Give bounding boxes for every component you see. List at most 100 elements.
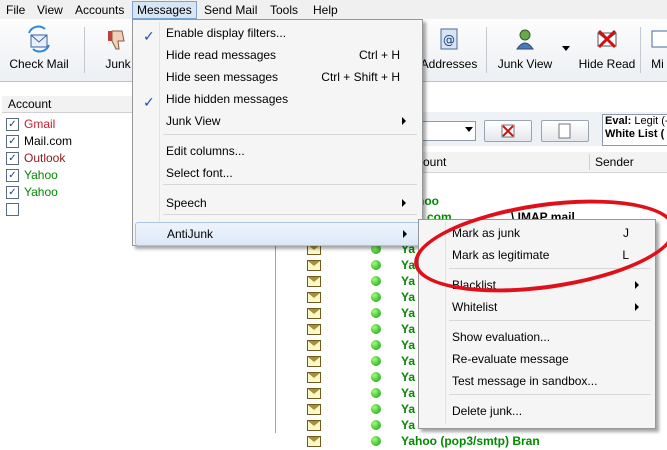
menu-separator	[449, 320, 651, 321]
menu-item-label: Mark as legitimate	[452, 248, 550, 262]
account-checkbox[interactable]: ✓	[6, 135, 19, 148]
legit-filter-button[interactable]	[541, 120, 589, 142]
account-column-header[interactable]: ount	[423, 155, 446, 169]
menu-item-hide-hidden-messages[interactable]: ✓ Hide hidden messages	[135, 88, 418, 110]
account-label: Yahoo	[24, 168, 58, 182]
message-account: Ya	[401, 258, 416, 272]
envelope-icon	[307, 276, 321, 287]
column-separator	[589, 154, 590, 170]
account-checkbox[interactable]	[6, 203, 19, 216]
menu-item-shortcut: J	[623, 226, 629, 240]
menu-item-label: Mark as junk	[452, 226, 521, 240]
menu-help[interactable]: Help	[309, 2, 342, 18]
menu-item-select-font[interactable]: Select font...	[135, 162, 418, 184]
status-dot-icon	[371, 372, 381, 382]
menu-item-label: Speech	[166, 196, 207, 210]
message-account: Ya	[401, 338, 416, 352]
message-row[interactable]: Yahoo (pop3/smtp) Bran	[277, 432, 667, 450]
status-dot-icon	[371, 388, 381, 398]
window-icon	[651, 30, 667, 48]
chevron-down-icon[interactable]	[562, 46, 570, 51]
account-checkbox[interactable]: ✓	[6, 152, 19, 165]
menu-item-junk-view[interactable]: Junk View	[135, 110, 418, 132]
menu-separator	[163, 134, 417, 135]
menu-view[interactable]: View	[33, 2, 67, 18]
submenu-item-mark-as-legitimate[interactable]: Mark as legitimate L	[421, 244, 651, 266]
account-label: Mail.com	[24, 134, 73, 148]
submenu-item-show-evaluation[interactable]: Show evaluation...	[421, 326, 651, 348]
menu-item-label: Edit columns...	[166, 144, 245, 158]
junk-filter-button[interactable]	[484, 120, 532, 142]
check-mail-label: Check Mail	[9, 57, 69, 71]
submenu-item-mark-as-junk[interactable]: Mark as junk J	[421, 222, 651, 244]
chevron-right-icon	[402, 199, 406, 207]
menu-separator	[163, 184, 417, 185]
menu-item-speech[interactable]: Speech	[135, 192, 418, 214]
menu-item-edit-columns[interactable]: Edit columns...	[135, 140, 418, 162]
hide-read-label: Hide Read	[578, 57, 636, 71]
chevron-right-icon	[402, 117, 406, 125]
document-icon	[558, 123, 571, 139]
more-button[interactable]: Mi	[648, 23, 667, 77]
menu-tools[interactable]: Tools	[266, 2, 302, 18]
junk-view-icon	[516, 29, 534, 50]
envelope-icon	[307, 420, 321, 431]
account-checkbox[interactable]: ✓	[6, 118, 19, 131]
chevron-right-icon	[635, 303, 639, 311]
toolbar-separator	[486, 27, 487, 73]
envelope-icon	[307, 404, 321, 415]
sender-column-header[interactable]: Sender	[595, 155, 634, 169]
chevron-right-icon	[403, 230, 407, 238]
list-label: White List (	[605, 128, 665, 140]
menu-messages[interactable]: Messages	[132, 1, 197, 19]
menu-item-shortcut: Ctrl + Shift + H	[321, 70, 400, 84]
menu-file[interactable]: File	[2, 2, 29, 18]
envelope-icon	[307, 260, 321, 271]
submenu-item-whitelist[interactable]: Whitelist	[421, 296, 651, 318]
menu-item-label: Hide read messages	[166, 48, 277, 62]
message-account: Ya	[401, 322, 416, 336]
eval-label: Eval:	[605, 115, 632, 127]
envelope-icon	[307, 436, 321, 447]
menu-bar: File View Accounts Messages Send Mail To…	[0, 0, 667, 19]
account-checkbox[interactable]: ✓	[6, 169, 19, 182]
antijunk-submenu: Mark as junk J Mark as legitimate L Blacklis…	[418, 219, 656, 429]
menu-separator	[449, 268, 651, 269]
menu-item-label: Show evaluation...	[452, 330, 551, 344]
submenu-item-test-message-in-sandbox[interactable]: Test message in sandbox...	[421, 370, 651, 392]
status-dot-icon	[371, 276, 381, 286]
message-account: Ya	[401, 402, 416, 416]
check-mail-button[interactable]: Check Mail	[4, 23, 74, 77]
menu-item-hide-seen-messages[interactable]: Hide seen messages Ctrl + Shift + H	[135, 66, 418, 88]
status-dot-icon	[371, 356, 381, 366]
hide-read-icon	[597, 29, 617, 49]
menu-item-antijunk[interactable]: AntiJunk	[135, 222, 420, 246]
messages-dropdown-menu: ✓ Enable display filters... Hide read mess…	[132, 19, 423, 246]
menu-item-label: Re-evaluate message	[452, 352, 569, 366]
addresses-button[interactable]: @ Addresses	[418, 23, 480, 77]
status-dot-icon	[371, 292, 381, 302]
account-checkbox[interactable]: ✓	[6, 186, 19, 199]
menu-send-mail[interactable]: Send Mail	[200, 2, 261, 18]
filter-dropdown[interactable]	[420, 121, 476, 141]
menu-item-label: Select font...	[166, 166, 233, 180]
check-mail-icon	[28, 25, 50, 53]
menu-item-shortcut: Ctrl + H	[358, 48, 400, 62]
status-dot-icon	[371, 308, 381, 318]
menu-item-enable-display-filters[interactable]: ✓ Enable display filters...	[135, 22, 418, 44]
envelope-icon	[307, 388, 321, 399]
submenu-item-blacklist[interactable]: Blacklist	[421, 274, 651, 296]
submenu-item-re-evaluate-message[interactable]: Re-evaluate message	[421, 348, 651, 370]
menu-item-hide-read-messages[interactable]: Hide read messages Ctrl + H	[135, 44, 418, 66]
hide-read-button[interactable]: Hide Read	[576, 23, 638, 77]
message-account: Ya	[401, 274, 416, 288]
submenu-item-delete-junk[interactable]: Delete junk...	[421, 400, 651, 422]
menu-accounts[interactable]: Accounts	[71, 2, 128, 18]
status-dot-icon	[371, 436, 381, 446]
thumbs-down-icon	[108, 30, 125, 50]
junk-filter-icon	[501, 124, 515, 138]
junk-view-button[interactable]: Junk View	[494, 23, 556, 77]
chevron-right-icon	[635, 281, 639, 289]
message-account: Ya	[401, 290, 416, 304]
envelope-icon	[307, 324, 321, 335]
